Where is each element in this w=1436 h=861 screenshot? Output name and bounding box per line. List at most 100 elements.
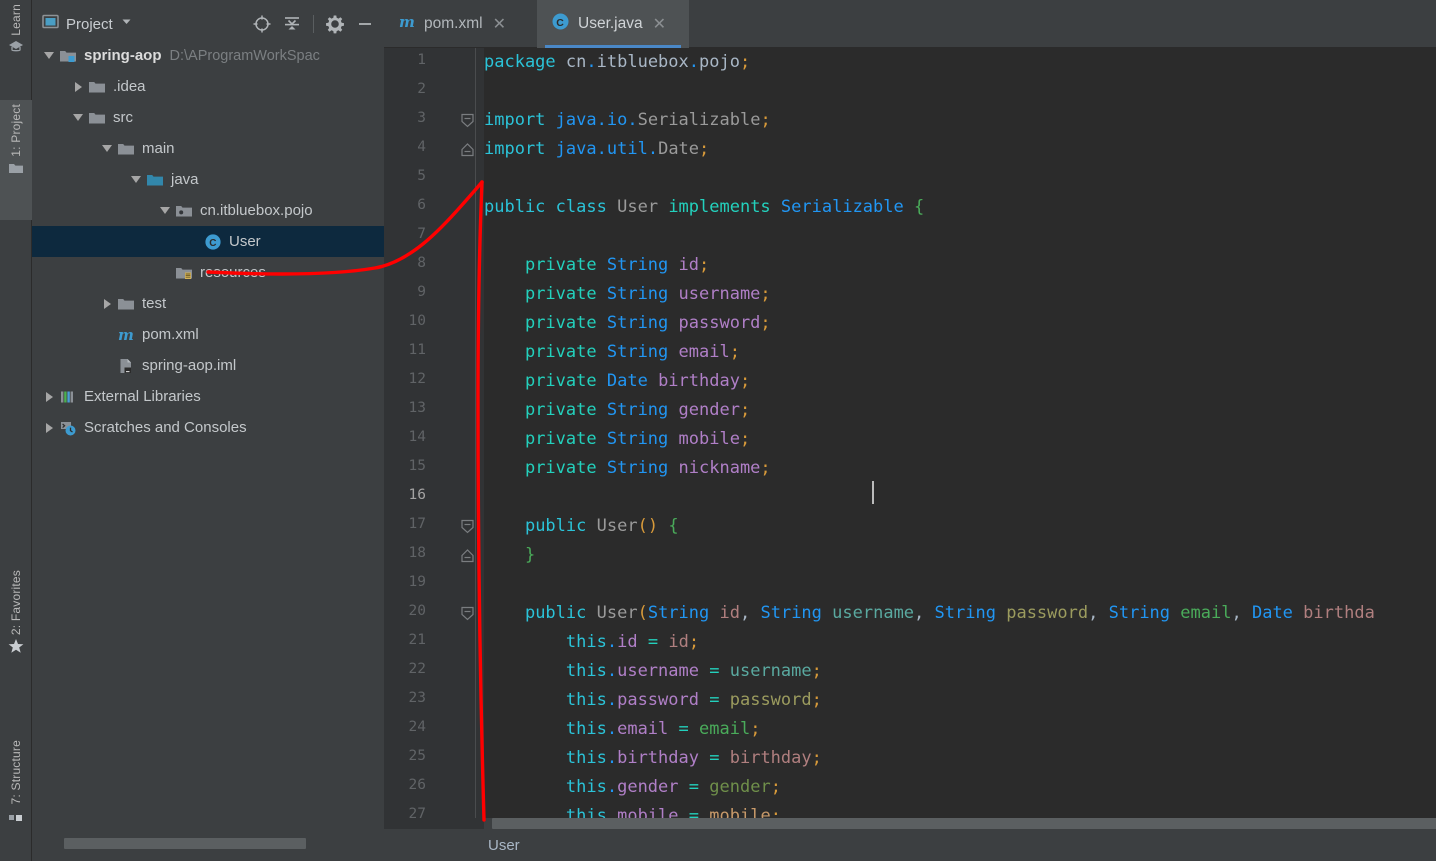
chevron-right-icon[interactable] [71,80,85,94]
editor-tab-user-java[interactable]: C User.java ✕ [537,0,689,48]
line-number: 21 [408,632,426,648]
toolbar-separator [313,15,314,33]
rail-item-project[interactable]: 1: Project [0,100,32,220]
line-number: 13 [408,400,426,416]
gear-icon[interactable] [322,11,348,37]
rail-item-favorites[interactable]: 2: Favorites [0,570,32,657]
code-line: this.birthday = birthday; [565,748,822,768]
tree-item-scratches-and-consoles[interactable]: Scratches and Consoles [32,412,384,443]
close-icon[interactable]: ✕ [493,14,506,34]
line-number: 2 [417,81,426,97]
code-line: public User(String id, String username, … [524,603,1375,623]
code-line: private String id; [524,255,710,275]
tree-item-label: User [229,233,261,250]
code-line: private String password; [524,313,771,333]
rail-item-structure[interactable]: 7: Structure [0,740,32,826]
code-line: this.mobile = mobile; [565,806,781,818]
breadcrumb-item-user[interactable]: User [488,837,520,854]
editor-gutter[interactable]: 1 2 3 4 5 6 7 8 9 10 11 12 13 14 15 16 17 18 19 20 21 22 23 24 2… [384,48,484,822]
tree-item-spring-aop-iml[interactable]: spring-aop.iml [32,350,384,381]
folder-icon [88,109,106,127]
fold-start-icon[interactable] [460,519,475,534]
tree-item-label: .idea [113,78,146,95]
chevron-right-icon[interactable] [42,421,56,435]
line-number: 11 [408,342,426,358]
line-number: 12 [408,371,426,387]
chevron-down-icon[interactable] [120,15,133,33]
line-number: 9 [417,284,426,300]
tree-item-user[interactable]: C User [32,226,384,257]
folder-icon [117,295,135,313]
tree-item-src[interactable]: src [32,102,384,133]
fold-end-icon[interactable] [460,548,475,563]
tree-item-label: Scratches and Consoles [84,419,247,436]
code-line: import java.io.Serializable; [484,110,771,130]
chevron-down-icon[interactable] [71,111,85,125]
code-line: this.username = username; [565,661,822,681]
chevron-right-icon[interactable] [42,390,56,404]
tree-item-java[interactable]: java [32,164,384,195]
java-class-icon: C [204,233,222,251]
code-line: this.email = email; [565,719,761,739]
resource-folder-icon [175,264,193,282]
editor-hscrollbar-thumb[interactable] [492,818,1436,829]
tree-item-label: pom.xml [142,326,199,343]
code-line: public class User implements Serializabl… [484,197,925,217]
tree-item-resources[interactable]: resources [32,257,384,288]
code-line: private String gender; [524,400,751,420]
project-view-selector[interactable]: Project [42,13,133,35]
tree-item-external-libraries[interactable]: External Libraries [32,381,384,412]
project-tree[interactable]: spring-aop D:\AProgramWorkSpac .idea src mai… [32,40,384,835]
editor-tab-label: User.java [578,15,643,32]
line-number: 22 [408,661,426,677]
fold-start-icon[interactable] [460,113,475,128]
gutter-bottom-filler [384,818,484,829]
line-number: 18 [408,545,426,561]
svg-text:m: m [399,13,415,31]
libraries-icon [59,388,77,406]
tree-item-main[interactable]: main [32,133,384,164]
tree-item-cn-itbluebox-pojo[interactable]: cn.itbluebox.pojo [32,195,384,226]
module-folder-icon [59,47,77,65]
fold-start-icon[interactable] [460,606,475,621]
breadcrumb-bar: User [384,829,1436,861]
code-line: private String email; [524,342,740,362]
left-tool-rail: Learn 1: Project 2: Favorites 7: Structu… [0,0,32,861]
code-line: private String username; [524,284,771,304]
chevron-down-icon[interactable] [100,142,114,156]
project-tool-window: Project spring-aop D:\AProgramWorkSpac .id… [32,0,384,861]
locate-icon[interactable] [249,11,275,37]
tree-item-test[interactable]: test [32,288,384,319]
close-icon[interactable]: ✕ [653,14,666,34]
chevron-right-icon[interactable] [100,297,114,311]
code-text[interactable]: package cn.itbluebox.pojo; import java.i… [484,48,1436,818]
project-panel-title: Project [66,15,113,33]
chevron-down-icon[interactable] [158,204,172,218]
chevron-down-icon[interactable] [129,173,143,187]
tree-item-spring-aop[interactable]: spring-aop D:\AProgramWorkSpac [32,40,384,71]
fold-end-icon[interactable] [460,142,475,157]
chevron-down-icon[interactable] [42,49,56,63]
rail-item-learn[interactable]: Learn [0,4,32,58]
line-number: 16 [408,487,426,503]
editor-area: m pom.xml ✕ C User.java ✕ 1 2 3 4 5 6 7 8 9 10 11 1… [384,0,1436,861]
tree-item-label: cn.itbluebox.pojo [200,202,313,219]
scratches-icon [59,419,77,437]
line-number: 5 [417,168,426,184]
code-line: import java.util.Date; [484,139,710,159]
editor-tab-bar: m pom.xml ✕ C User.java ✕ [384,0,1436,48]
line-number: 26 [408,777,426,793]
package-icon [175,202,193,220]
code-line: this.id = id; [565,632,700,652]
project-hscrollbar-thumb[interactable] [64,838,306,849]
tree-item-idea[interactable]: .idea [32,71,384,102]
line-number: 23 [408,690,426,706]
minimize-icon[interactable] [352,11,378,37]
svg-text:C: C [209,238,216,249]
line-number: 3 [417,110,426,126]
maven-icon: m [117,326,135,344]
collapse-all-icon[interactable] [279,11,305,37]
editor-tab-pom-xml[interactable]: m pom.xml ✕ [384,0,536,48]
graduation-cap-icon [8,39,24,55]
tree-item-pom-xml[interactable]: m pom.xml [32,319,384,350]
